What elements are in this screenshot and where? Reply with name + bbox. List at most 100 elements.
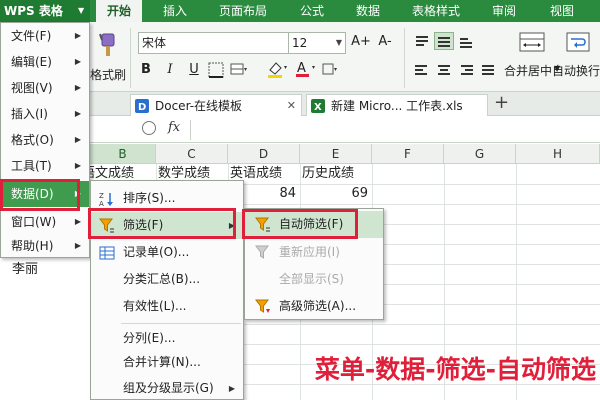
menu-item-format[interactable]: 格式(O) ▶ (1, 127, 89, 153)
column-header-f[interactable]: F (372, 144, 444, 164)
shrink-font-button[interactable]: A- (374, 32, 396, 52)
menu-item-label: 全部显示(S) (279, 272, 344, 286)
tab-data[interactable]: 数据 (344, 0, 392, 22)
font-size-select[interactable]: 12 ▼ (288, 32, 346, 54)
sort-icon: Z A (99, 192, 113, 207)
cell-style-icon[interactable] (230, 62, 248, 78)
menu-item-label: 排序(S)... (123, 191, 176, 205)
cell-e1[interactable]: 历史成绩 (302, 164, 374, 184)
wrap-text-icon (566, 32, 590, 52)
merge-cells-icon (519, 32, 545, 52)
italic-button[interactable]: I (160, 60, 180, 80)
menu-item-consolidate[interactable]: 合并计算(N)... (91, 349, 243, 376)
svg-text:A: A (99, 200, 104, 207)
formula-bar: fx (90, 117, 600, 143)
font-name-value: 宋体 (142, 36, 167, 50)
cell-e2[interactable]: 69 (300, 184, 372, 204)
app-menu-button[interactable]: WPS 表格 ▼ (0, 0, 90, 22)
new-tab-plus-icon[interactable]: + (494, 92, 509, 114)
column-header-d[interactable]: D (228, 144, 300, 164)
borders-icon[interactable] (208, 62, 224, 78)
insert-function-button[interactable]: fx (168, 120, 180, 135)
tab-table-style[interactable]: 表格样式 (400, 0, 472, 22)
menu-item-edit[interactable]: 编辑(E) ▶ (1, 49, 89, 75)
menu-item-reapply[interactable]: 重新应用(I) (245, 239, 383, 266)
menu-item-subtotal[interactable]: 分类汇总(B)... (91, 266, 243, 293)
highlight-box-auto-filter (242, 209, 358, 239)
doc-tab-docer[interactable]: D Docer-在线模板 ✕ (130, 94, 302, 116)
ribbon: 格式刷 宋体 ▼ 12 ▼ A+ A- B I U A (90, 22, 600, 92)
align-left-button[interactable] (412, 60, 432, 78)
menu-item-advanced-filter[interactable]: 高级筛选(A)... (245, 293, 383, 320)
menu-item-label: 编辑(E) (11, 55, 52, 69)
formula-input[interactable] (190, 120, 596, 140)
close-icon[interactable]: ✕ (287, 95, 296, 117)
format-painter-button[interactable]: 格式刷 (90, 28, 126, 88)
app-menu: 文件(F) ▶ 编辑(E) ▶ 视图(V) ▶ 插入(I) ▶ 格式(O) ▶ 工具(T)… (0, 22, 90, 258)
menu-item-tools[interactable]: 工具(T) ▶ (1, 153, 89, 179)
fill-color-icon[interactable] (266, 60, 288, 78)
cell-name[interactable]: 李丽 (12, 260, 38, 280)
justify-button[interactable] (478, 60, 498, 78)
bold-button[interactable]: B (136, 60, 156, 80)
ribbon-divider (404, 28, 405, 88)
doc-tab-workbook[interactable]: X 新建 Micro... 工作表.xls (306, 94, 488, 116)
underline-button[interactable]: U (184, 60, 204, 80)
menu-item-validation[interactable]: 有效性(L)... (91, 293, 243, 320)
menu-item-help[interactable]: 帮助(H) ▶ (1, 233, 89, 259)
chevron-down-icon: ▼ (335, 38, 342, 47)
tab-insert[interactable]: 插入 (150, 0, 200, 22)
svg-text:X: X (314, 102, 322, 113)
tab-formulas[interactable]: 公式 (288, 0, 336, 22)
menu-item-window[interactable]: 窗口(W) ▶ (1, 209, 89, 235)
column-header-g[interactable]: G (444, 144, 516, 164)
wrap-text-label: 自动换行 (552, 64, 600, 78)
menu-item-show-all[interactable]: 全部显示(S) (245, 266, 383, 293)
menu-item-insert[interactable]: 插入(I) ▶ (1, 101, 89, 127)
search-function-icon[interactable] (142, 121, 156, 135)
grow-font-button[interactable]: A+ (350, 32, 372, 52)
menu-item-label: 工具(T) (11, 159, 52, 173)
menu-item-view[interactable]: 视图(V) ▶ (1, 75, 89, 101)
form-icon (99, 246, 115, 260)
highlight-box-filter (88, 208, 236, 239)
align-bottom-button[interactable] (456, 32, 476, 50)
tab-page-layout[interactable]: 页面布局 (208, 0, 278, 22)
chevron-right-icon: ▶ (228, 384, 235, 393)
menu-item-label: 帮助(H) (11, 239, 54, 253)
highlight-box-data-menu (0, 179, 80, 211)
docer-icon: D (135, 99, 149, 113)
menu-item-text-to-columns[interactable]: 分列(E)... (91, 325, 243, 352)
menu-item-record-form[interactable]: 记录单(O)... (91, 239, 243, 266)
tab-view[interactable]: 视图 (536, 0, 588, 22)
chevron-right-icon: ▶ (74, 83, 81, 92)
chevron-right-icon: ▶ (74, 31, 81, 40)
column-header-c[interactable]: C (156, 144, 228, 164)
tab-home[interactable]: 开始 (96, 0, 142, 22)
menu-item-label: 窗口(W) (11, 215, 57, 229)
app-name: WPS 表格 (4, 4, 63, 18)
tab-review[interactable]: 审阅 (480, 0, 528, 22)
document-tab-bar: D Docer-在线模板 ✕ X 新建 Micro... 工作表.xls + (90, 92, 600, 116)
align-top-button[interactable] (412, 32, 432, 50)
svg-text:A: A (297, 61, 306, 76)
column-header-h[interactable]: H (516, 144, 600, 164)
menu-item-file[interactable]: 文件(F) ▶ (1, 23, 89, 49)
spreadsheet-file-icon: X (311, 99, 325, 113)
align-middle-button[interactable] (434, 32, 454, 50)
format-painter-label: 格式刷 (90, 68, 127, 82)
column-header-b[interactable]: B (90, 144, 156, 164)
align-center-button[interactable] (434, 60, 454, 78)
reapply-filter-icon (255, 245, 269, 259)
menu-item-label: 重新应用(I) (279, 245, 340, 259)
align-right-button[interactable] (456, 60, 476, 78)
menu-item-label: 分列(E)... (123, 331, 176, 345)
chevron-right-icon: ▶ (74, 161, 81, 170)
font-name-select[interactable]: 宋体 ▼ (138, 32, 298, 54)
menu-item-label: 格式(O) (11, 133, 54, 147)
svg-text:D: D (138, 102, 146, 113)
column-header-e[interactable]: E (300, 144, 372, 164)
menu-item-group-outline[interactable]: 组及分级显示(G) ▶ (91, 375, 243, 400)
more-format-icon[interactable] (322, 62, 338, 78)
font-color-icon[interactable]: A (294, 60, 316, 78)
